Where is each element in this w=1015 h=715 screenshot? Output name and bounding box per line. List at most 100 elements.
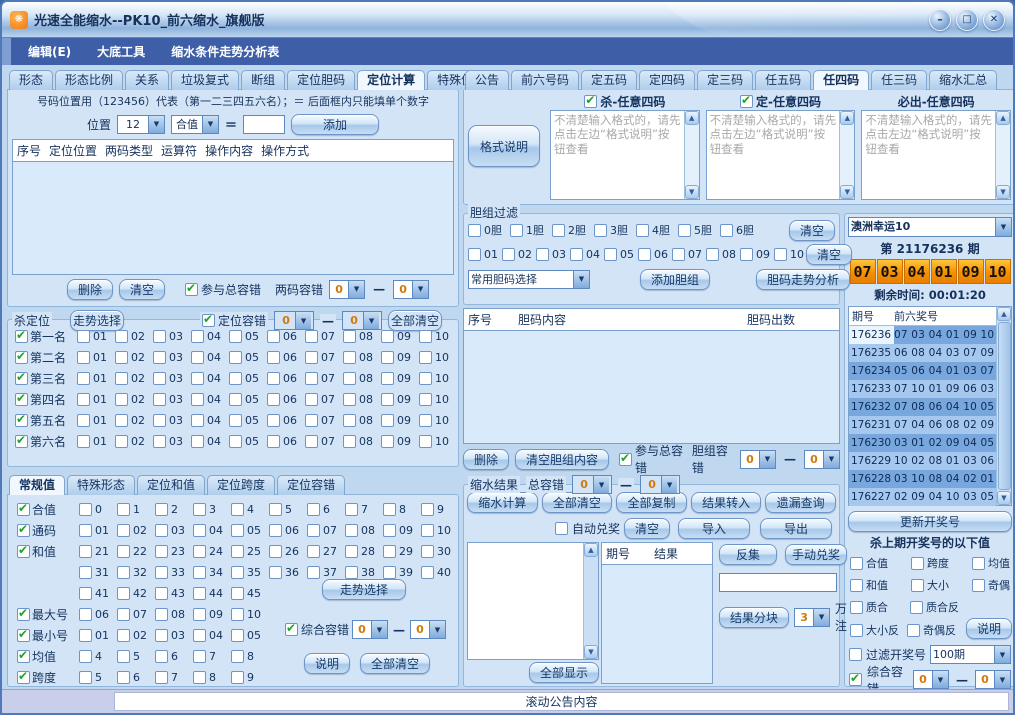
scroll-up-icon[interactable]: [685, 111, 699, 125]
filter-draws-dropdown[interactable]: 100期: [930, 645, 1011, 664]
number-checkbox[interactable]: [383, 545, 396, 558]
number-checkbox[interactable]: [193, 503, 206, 516]
number-checkbox[interactable]: [153, 330, 166, 343]
clear-dan-count-button[interactable]: 清空: [789, 220, 835, 241]
delete-button[interactable]: 删除: [463, 449, 509, 470]
export-button[interactable]: 导出: [760, 518, 832, 539]
number-checkbox[interactable]: [193, 545, 206, 558]
number-checkbox[interactable]: [345, 545, 358, 558]
number-checkbox[interactable]: [77, 414, 90, 427]
number-checkbox[interactable]: [343, 414, 356, 427]
clear-button[interactable]: 清空: [624, 518, 670, 539]
shrink-action-button[interactable]: 遗漏查询: [765, 492, 836, 513]
history-row[interactable]: 176234 05 06 04 01 03 07: [849, 362, 996, 380]
scroll-down-icon[interactable]: [840, 185, 854, 199]
kill-option-checkbox[interactable]: [972, 579, 985, 592]
add-button[interactable]: 添加: [291, 114, 379, 135]
tab[interactable]: 特殊形态: [67, 475, 135, 495]
dan-number-checkbox[interactable]: [536, 248, 549, 261]
format-help-button[interactable]: 格式说明: [468, 125, 540, 167]
join-total-tolerance-checkbox[interactable]: [185, 283, 198, 296]
number-checkbox[interactable]: [155, 650, 168, 663]
number-checkbox[interactable]: [191, 330, 204, 343]
dan-tol-to-dropdown[interactable]: 0: [804, 450, 840, 469]
add-dan-group-button[interactable]: 添加胆组: [640, 269, 710, 290]
number-checkbox[interactable]: [115, 351, 128, 364]
dan-number-checkbox[interactable]: [604, 248, 617, 261]
scroll-up-icon[interactable]: [997, 307, 1011, 321]
combined-tol-to-dropdown[interactable]: 0: [975, 670, 1011, 689]
dan-number-checkbox[interactable]: [502, 248, 515, 261]
number-checkbox[interactable]: [79, 566, 92, 579]
set-any4-textarea[interactable]: 不清楚输入格式的，请先点击左边“格式说明”按钮查看: [706, 110, 856, 200]
number-checkbox[interactable]: [419, 393, 432, 406]
number-checkbox[interactable]: [115, 435, 128, 448]
split-size-dropdown[interactable]: 3: [794, 608, 830, 627]
total-tol-from-dropdown[interactable]: 0: [572, 475, 612, 494]
shrink-action-button[interactable]: 结果转入: [691, 492, 762, 513]
number-checkbox[interactable]: [193, 671, 206, 684]
kill-option-checkbox[interactable]: [911, 579, 924, 592]
number-checkbox[interactable]: [229, 330, 242, 343]
number-checkbox[interactable]: [79, 671, 92, 684]
history-row[interactable]: 176231 07 04 06 08 02 09: [849, 416, 996, 434]
tab[interactable]: 缩水汇总: [929, 70, 997, 90]
table-body-empty[interactable]: [602, 565, 712, 683]
number-checkbox[interactable]: [155, 503, 168, 516]
number-checkbox[interactable]: [383, 566, 396, 579]
must-any4-textarea[interactable]: 不清楚输入格式的，请先点击左边“格式说明”按钮查看: [861, 110, 1011, 200]
scroll-down-icon[interactable]: [584, 645, 598, 659]
number-checkbox[interactable]: [421, 566, 434, 579]
number-checkbox[interactable]: [419, 414, 432, 427]
kill-option-checkbox[interactable]: [850, 601, 863, 614]
number-checkbox[interactable]: [345, 524, 358, 537]
kill-option-checkbox[interactable]: [850, 557, 863, 570]
dan-trend-button[interactable]: 胆码走势分析: [756, 269, 850, 290]
kill-option-checkbox[interactable]: [911, 557, 924, 570]
number-checkbox[interactable]: [155, 608, 168, 621]
two-code-tol-to-dropdown[interactable]: 0: [393, 280, 429, 299]
menu-item[interactable]: 编辑(E): [15, 43, 84, 60]
number-checkbox[interactable]: [229, 435, 242, 448]
number-checkbox[interactable]: [421, 503, 434, 516]
dan-count-checkbox[interactable]: [510, 224, 523, 237]
number-checkbox[interactable]: [343, 393, 356, 406]
number-checkbox[interactable]: [419, 435, 432, 448]
tab[interactable]: 形态比例: [55, 70, 123, 90]
join-total-tolerance-checkbox[interactable]: [619, 453, 632, 466]
kill-option-checkbox[interactable]: [972, 557, 985, 570]
number-checkbox[interactable]: [307, 503, 320, 516]
history-row[interactable]: 176229 10 02 08 01 03 06: [849, 452, 996, 470]
common-dan-select[interactable]: 常用胆码选择: [468, 270, 590, 289]
type-dropdown[interactable]: 合值: [171, 115, 219, 134]
tab[interactable]: 定位计算: [357, 70, 425, 90]
auto-redeem-checkbox[interactable]: [555, 522, 568, 535]
number-checkbox[interactable]: [79, 608, 92, 621]
shrink-action-button[interactable]: 缩水计算: [467, 492, 538, 513]
dan-count-checkbox[interactable]: [678, 224, 691, 237]
number-checkbox[interactable]: [117, 545, 130, 558]
tab[interactable]: 任三码: [871, 70, 927, 90]
number-checkbox[interactable]: [231, 650, 244, 663]
import-button[interactable]: 导入: [678, 518, 750, 539]
number-checkbox[interactable]: [153, 435, 166, 448]
number-checkbox[interactable]: [153, 372, 166, 385]
number-checkbox[interactable]: [191, 351, 204, 364]
dan-number-checkbox[interactable]: [468, 248, 481, 261]
history-row[interactable]: 176235 06 08 04 03 07 09: [849, 344, 996, 362]
number-checkbox[interactable]: [231, 608, 244, 621]
dan-number-checkbox[interactable]: [638, 248, 651, 261]
number-checkbox[interactable]: [267, 435, 280, 448]
span-checkbox[interactable]: [17, 671, 30, 684]
dan-number-checkbox[interactable]: [774, 248, 787, 261]
scroll-down-icon[interactable]: [996, 185, 1010, 199]
dan-number-checkbox[interactable]: [740, 248, 753, 261]
update-draw-button[interactable]: 更新开奖号: [848, 511, 1012, 532]
tab[interactable]: 定位容错: [277, 475, 345, 495]
show-all-button[interactable]: 全部显示: [529, 662, 599, 683]
shrink-action-button[interactable]: 全部复制: [616, 492, 687, 513]
number-checkbox[interactable]: [307, 566, 320, 579]
number-checkbox[interactable]: [231, 671, 244, 684]
rank-checkbox[interactable]: [15, 351, 28, 364]
tab[interactable]: 任四码: [813, 70, 869, 90]
